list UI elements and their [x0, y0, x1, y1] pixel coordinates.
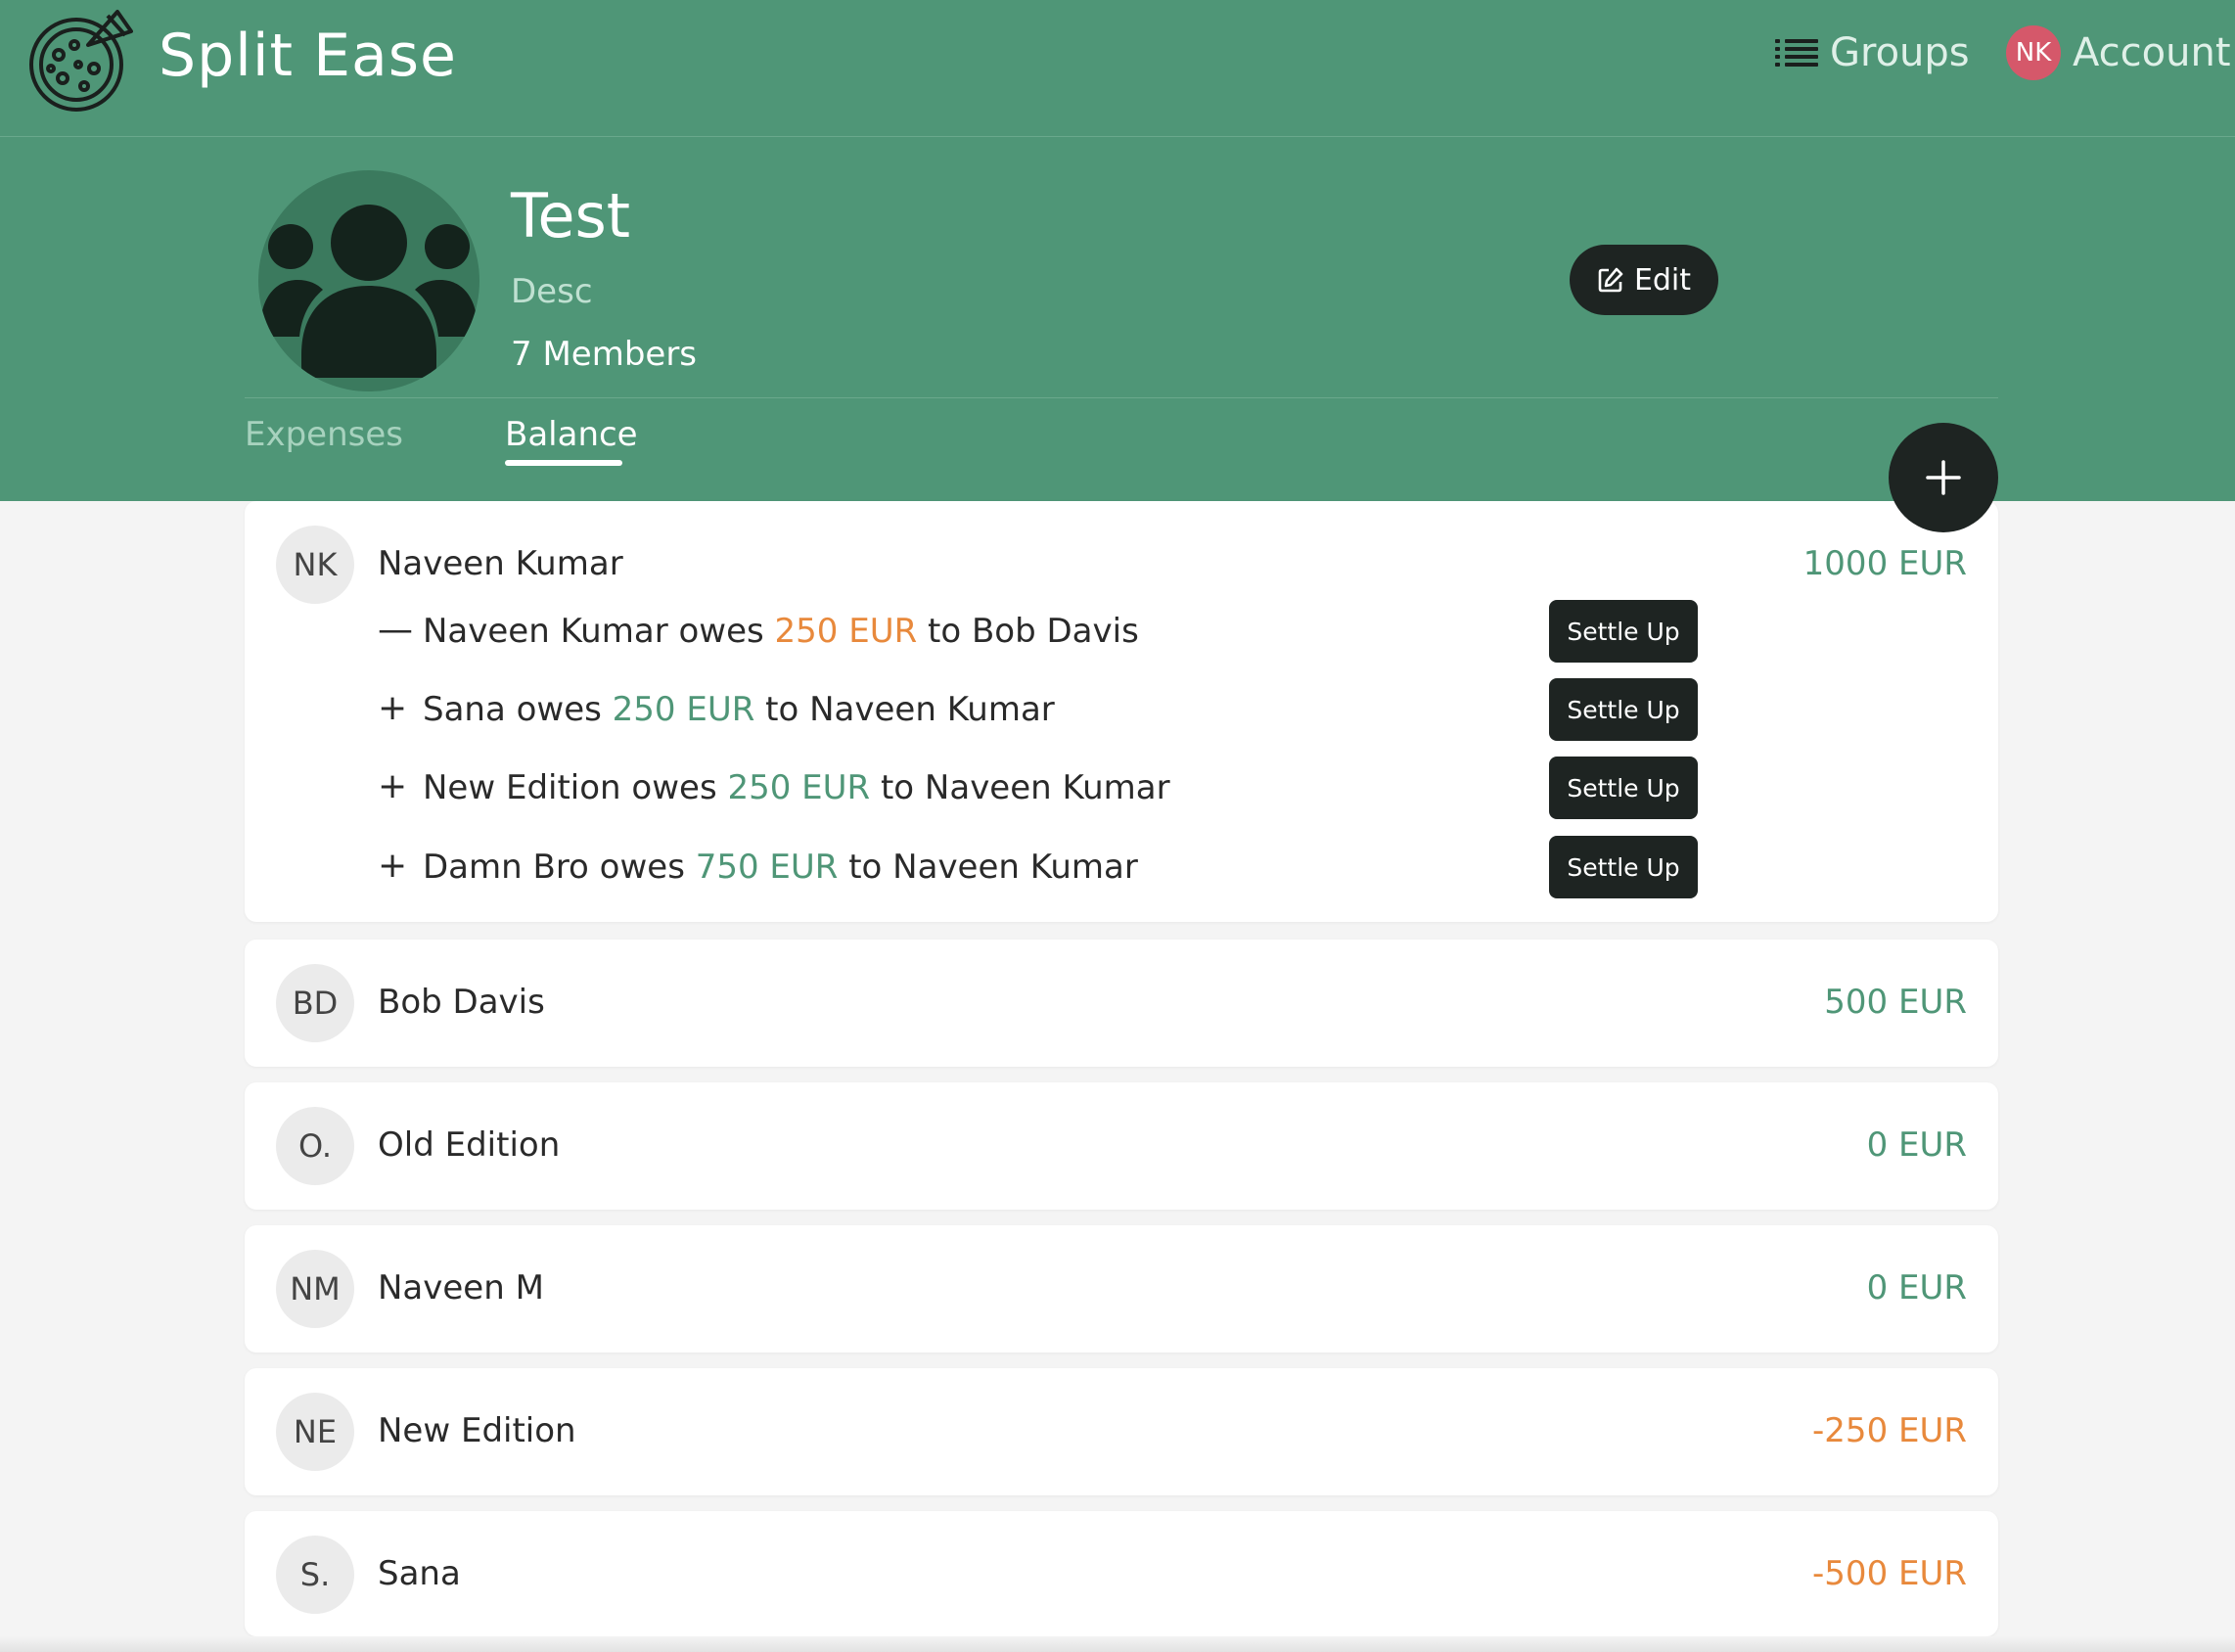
- member-balance: 0 EUR: [1866, 1268, 1967, 1308]
- owes-text: owes: [667, 612, 775, 651]
- member-row[interactable]: O. Old Edition 0 EUR: [245, 1082, 1998, 1210]
- member-balance: 0 EUR: [1866, 1125, 1967, 1165]
- debtor-name: Sana: [423, 690, 506, 729]
- edit-label: Edit: [1633, 262, 1692, 298]
- pizza-logo-icon[interactable]: [23, 6, 133, 115]
- member-name: Naveen M: [378, 1268, 544, 1308]
- edit-group-button[interactable]: Edit: [1570, 245, 1718, 315]
- nav-account-label: Account: [2073, 30, 2231, 75]
- app-title[interactable]: Split Ease: [159, 22, 457, 90]
- group-name: Test: [511, 180, 631, 252]
- settle-up-button[interactable]: Settle Up: [1549, 600, 1698, 663]
- member-balance: 500 EUR: [1824, 983, 1967, 1022]
- plus-icon: +: [378, 766, 408, 806]
- member-row[interactable]: NE New Edition -250 EUR: [245, 1368, 1998, 1495]
- member-balance: -250 EUR: [1812, 1411, 1967, 1450]
- plus-icon: +: [378, 846, 408, 886]
- debtor-name: Naveen Kumar: [423, 612, 668, 651]
- add-expense-button[interactable]: [1889, 423, 1998, 532]
- plus-icon: +: [378, 688, 408, 728]
- member-avatar: S.: [276, 1536, 354, 1614]
- member-avatar: NK: [276, 526, 354, 604]
- debt-amount: 250 EUR: [727, 768, 871, 807]
- member-avatar: NE: [276, 1393, 354, 1471]
- group-avatar-icon: [258, 170, 479, 391]
- member-avatar: BD: [276, 964, 354, 1042]
- debt-row: — Naveen Kumar owes 250 EUR to Bob Davis…: [378, 600, 1826, 663]
- member-row[interactable]: BD Bob Davis 500 EUR: [245, 940, 1998, 1067]
- member-balance-card: NE New Edition -250 EUR: [245, 1368, 1998, 1495]
- member-balance-card: BD Bob Davis 500 EUR: [245, 940, 1998, 1067]
- top-nav: Split Ease Groups NK Account: [0, 0, 2235, 137]
- member-balance: 1000 EUR: [1802, 544, 1967, 583]
- nav-account-link[interactable]: NK Account: [2006, 25, 2231, 80]
- creditor-text: to Naveen Kumar: [838, 848, 1138, 887]
- member-name: Naveen Kumar: [378, 544, 623, 583]
- debt-description: New Edition owes 250 EUR to Naveen Kumar: [423, 768, 1170, 807]
- member-avatar: NM: [276, 1250, 354, 1328]
- nav-groups-label: Groups: [1830, 30, 1970, 75]
- member-balance-card: NM Naveen M 0 EUR: [245, 1225, 1998, 1353]
- debt-row: + New Edition owes 250 EUR to Naveen Kum…: [378, 757, 1826, 819]
- plus-icon: [1926, 460, 1961, 495]
- member-row[interactable]: NM Naveen M 0 EUR: [245, 1225, 1998, 1353]
- member-name: New Edition: [378, 1411, 576, 1450]
- debt-row: + Sana owes 250 EUR to Naveen Kumar Sett…: [378, 678, 1826, 741]
- debt-description: Naveen Kumar owes 250 EUR to Bob Davis: [423, 612, 1139, 651]
- debt-amount: 750 EUR: [695, 848, 839, 887]
- tabs-divider: [245, 397, 1998, 398]
- debt-description: Damn Bro owes 750 EUR to Naveen Kumar: [423, 848, 1138, 887]
- settle-up-button[interactable]: Settle Up: [1549, 678, 1698, 741]
- member-balance: -500 EUR: [1812, 1554, 1967, 1593]
- nav-groups-link[interactable]: Groups: [1775, 25, 1970, 80]
- creditor-text: to Naveen Kumar: [870, 768, 1170, 807]
- member-name: Old Edition: [378, 1125, 561, 1165]
- owes-text: owes: [620, 768, 728, 807]
- active-tab-indicator: [505, 460, 622, 466]
- settle-up-button[interactable]: Settle Up: [1549, 757, 1698, 819]
- edit-icon: [1598, 267, 1623, 293]
- member-row[interactable]: S. Sana -500 EUR: [245, 1511, 1998, 1638]
- member-name: Sana: [378, 1554, 461, 1593]
- list-icon: [1775, 39, 1818, 67]
- group-member-count: 7 Members: [511, 335, 698, 374]
- debt-row: + Damn Bro owes 750 EUR to Naveen Kumar …: [378, 836, 1826, 898]
- group-description: Desc: [511, 272, 593, 311]
- account-avatar: NK: [2006, 25, 2061, 80]
- scroll-edge-shadow: [0, 1636, 2235, 1652]
- member-avatar: O.: [276, 1107, 354, 1185]
- member-balance-card: NK Naveen Kumar 1000 EUR — Naveen Kumar …: [245, 501, 1998, 922]
- owes-text: owes: [588, 848, 696, 887]
- settle-up-button[interactable]: Settle Up: [1549, 836, 1698, 898]
- creditor-text: to Naveen Kumar: [754, 690, 1055, 729]
- owes-text: owes: [505, 690, 613, 729]
- debtor-name: Damn Bro: [423, 848, 589, 887]
- member-balance-card: S. Sana -500 EUR: [245, 1511, 1998, 1636]
- tab-balance[interactable]: Balance: [505, 415, 638, 454]
- debt-amount: 250 EUR: [612, 690, 755, 729]
- creditor-text: to Bob Davis: [917, 612, 1139, 651]
- debtor-name: New Edition: [423, 768, 621, 807]
- debt-amount: 250 EUR: [774, 612, 918, 651]
- minus-icon: —: [378, 610, 413, 650]
- member-name: Bob Davis: [378, 983, 545, 1022]
- member-balance-card: O. Old Edition 0 EUR: [245, 1082, 1998, 1210]
- debt-description: Sana owes 250 EUR to Naveen Kumar: [423, 690, 1055, 729]
- tab-expenses[interactable]: Expenses: [245, 415, 403, 454]
